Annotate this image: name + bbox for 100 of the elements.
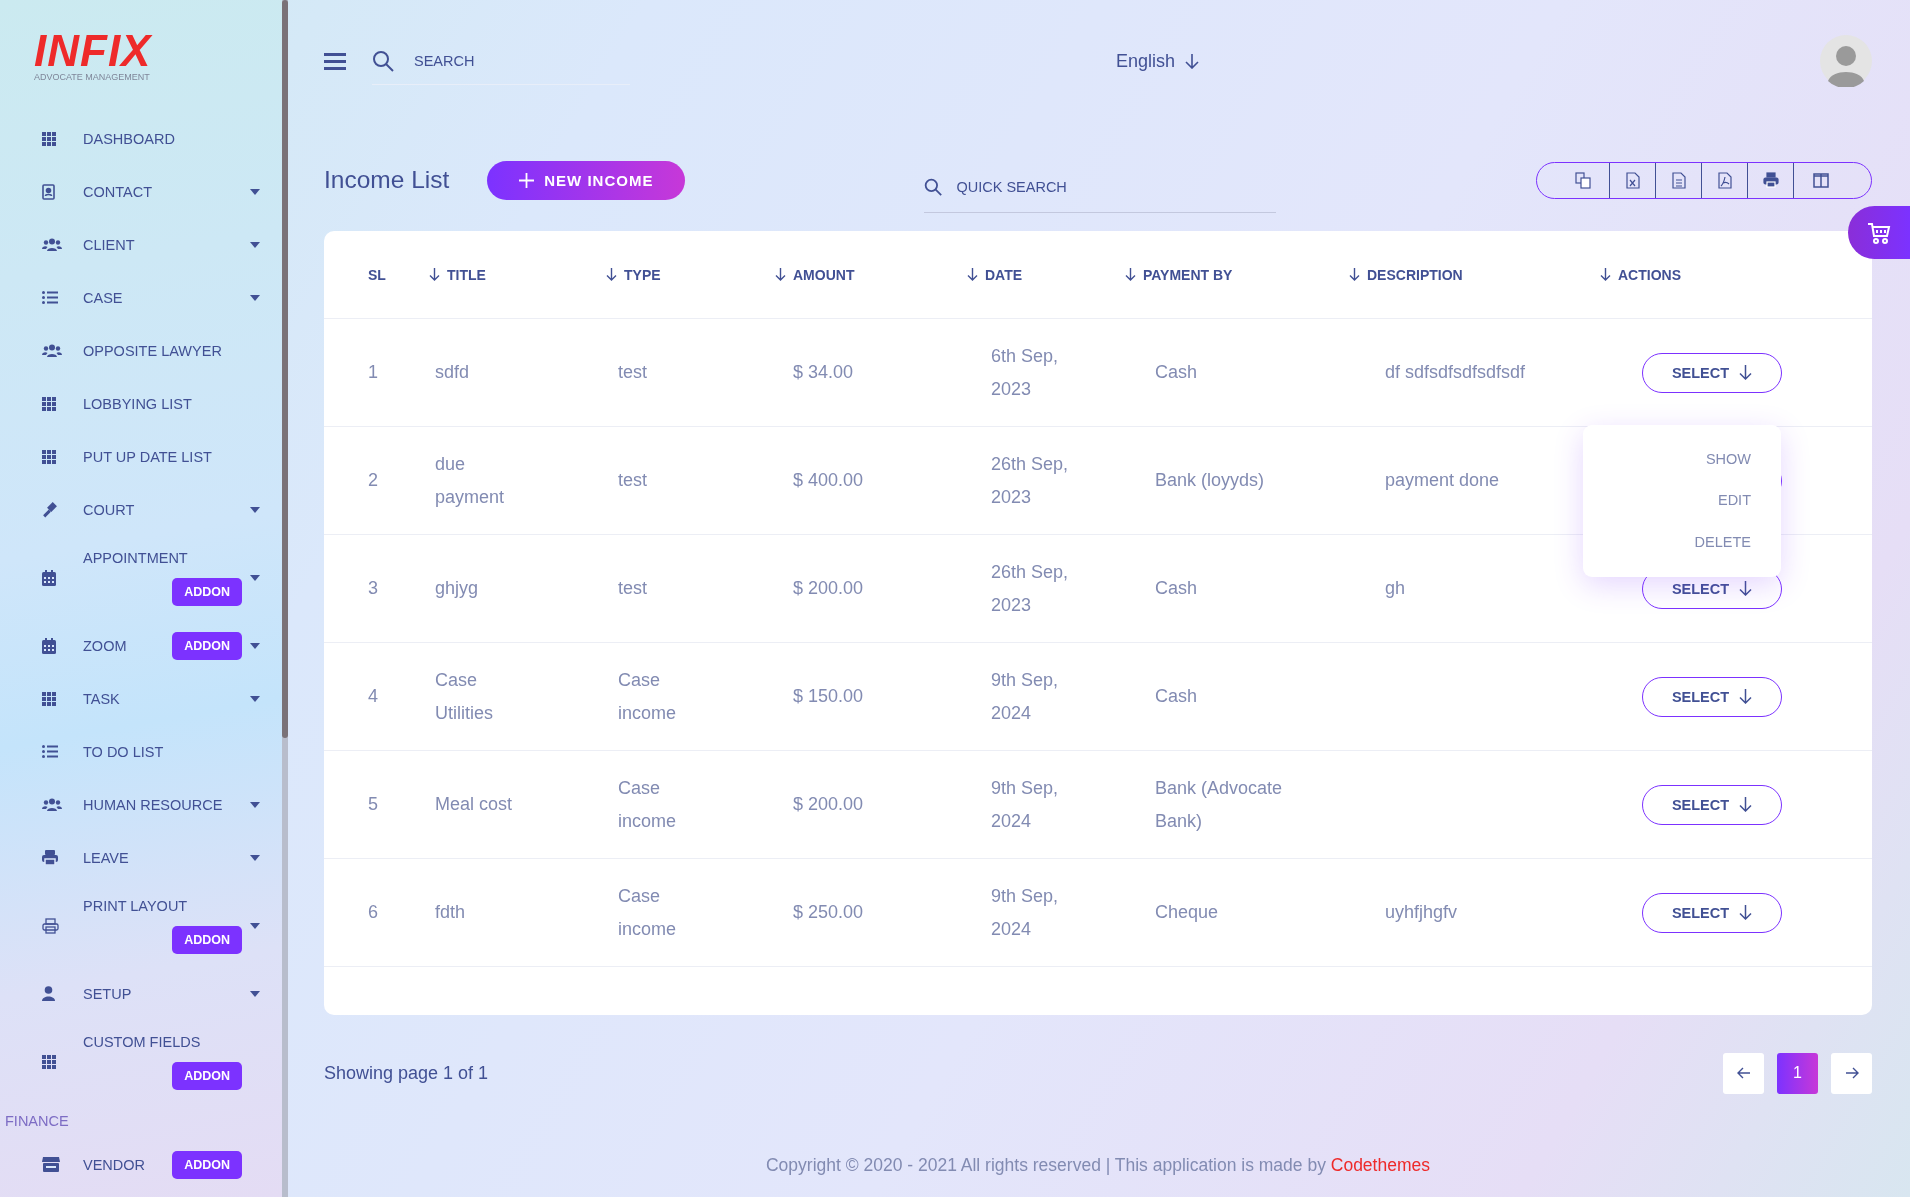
menu-item[interactable]: DELETE (1694, 533, 1751, 550)
select-button[interactable]: SELECT (1642, 352, 1782, 393)
arrow-down-icon[interactable] (967, 268, 978, 281)
sidebar-item[interactable]: COURT (83, 501, 135, 518)
sidebar-item[interactable]: HUMAN RESOURCE (83, 796, 223, 813)
table-cell-text: gh (1385, 577, 1406, 600)
grid-icon (42, 396, 56, 411)
sidebar-item[interactable]: ZOOM (83, 637, 127, 654)
logo-wordmark: INFIX (34, 30, 152, 72)
caret-icon[interactable] (250, 294, 260, 301)
sidebar-item[interactable]: LEAVE (83, 849, 129, 866)
caret-icon[interactable] (250, 922, 260, 929)
arrow-down-icon[interactable] (429, 268, 440, 281)
caret-icon[interactable] (250, 854, 260, 861)
select-button[interactable]: SELECT (1642, 784, 1782, 825)
column-header[interactable]: SL (368, 266, 386, 283)
section-heading: FINANCE (4, 1111, 70, 1131)
table-cell-text: 26th Sep, 2023 (991, 452, 1070, 509)
table-cell-text: $ 34.00 (793, 361, 854, 384)
quick-search-field[interactable]: QUICK SEARCH (954, 177, 1139, 196)
column-header[interactable]: ACTIONS (1618, 266, 1681, 283)
codethemes-link[interactable]: Codethemes (1330, 1155, 1430, 1175)
sidebar-item[interactable]: LOBBYING LIST (83, 395, 192, 412)
cart-button[interactable] (1848, 206, 1910, 259)
table-cell-text: Case income (618, 884, 678, 941)
copy-icon (1574, 171, 1591, 189)
column-header[interactable]: PAYMENT BY (1143, 266, 1233, 283)
grid-icon (42, 691, 56, 706)
calendar-icon (42, 569, 56, 586)
user-icon (42, 986, 55, 1001)
table-cell-text: 4 (368, 685, 378, 708)
language-select[interactable]: English (1116, 50, 1200, 72)
menu-item[interactable]: SHOW (1705, 451, 1751, 468)
caret-icon[interactable] (250, 990, 260, 997)
caret-icon[interactable] (250, 241, 260, 248)
table-cell-text: test (618, 469, 647, 492)
sidebar-item[interactable]: OPPOSITE LAWYER (83, 342, 222, 359)
sidebar-item[interactable]: CUSTOM FIELDS (83, 1033, 201, 1050)
table-cell-text: Cash (1155, 361, 1198, 384)
sidebar-item[interactable]: CASE (83, 289, 123, 306)
users-icon (42, 344, 62, 357)
sidebar-item[interactable]: SETUP (83, 985, 132, 1002)
sidebar-item[interactable]: APPOINTMENT (83, 549, 188, 566)
column-header[interactable]: TYPE (624, 266, 661, 283)
column-header[interactable]: DESCRIPTION (1367, 266, 1463, 283)
sidebar-item[interactable]: CLIENT (83, 236, 135, 253)
caret-icon[interactable] (250, 188, 260, 195)
cart-icon (1867, 221, 1891, 244)
caret-icon[interactable] (250, 574, 260, 581)
table-cell-text: $ 150.00 (793, 685, 864, 708)
grid-icon (42, 131, 56, 146)
search-field[interactable]: SEARCH (412, 51, 596, 70)
new-income-button[interactable]: NEW INCOME (487, 160, 686, 200)
column-header[interactable]: TITLE (447, 266, 486, 283)
scrollbar[interactable] (282, 0, 288, 1197)
search-icon (924, 177, 943, 196)
arrow-down-icon[interactable] (1349, 268, 1360, 281)
caret-icon[interactable] (250, 506, 260, 513)
sidebar-item[interactable]: VENDOR (83, 1156, 146, 1173)
table-cell-text: due payment (435, 452, 506, 509)
arrow-down-icon[interactable] (1125, 268, 1136, 281)
sidebar-item[interactable]: TASK (83, 690, 120, 707)
caret-icon[interactable] (250, 695, 260, 702)
table-cell-text: Cheque (1155, 901, 1219, 924)
table-cell-text: Case income (618, 668, 678, 725)
caret-icon[interactable] (250, 642, 260, 649)
table-cell-text: df sdfsdfsdfsdfsdf (1385, 361, 1526, 384)
column-header[interactable]: DATE (985, 266, 1023, 283)
table-cell-text: Case Utilities (435, 668, 494, 725)
page-button[interactable]: 1 (1777, 1052, 1818, 1094)
table-cell-text: test (618, 577, 647, 600)
sidebar-item[interactable]: DASHBOARD (83, 130, 175, 147)
users-icon (42, 238, 62, 251)
table-cell-text: Bank (Advocate Bank) (1155, 776, 1284, 833)
arrow-down-icon[interactable] (775, 268, 786, 281)
select-button[interactable]: SELECT (1642, 676, 1782, 717)
table-cell-text: 9th Sep, 2024 (991, 884, 1060, 941)
arrow-down-icon[interactable] (1600, 268, 1611, 281)
page-title: Income List (324, 166, 450, 194)
sidebar-item[interactable]: CONTACT (83, 183, 152, 200)
table-cell-text: 5 (368, 793, 378, 816)
caret-icon[interactable] (250, 801, 260, 808)
table-cell-text: 6 (368, 901, 378, 924)
table-cell-text: $ 200.00 (793, 577, 864, 600)
table-cell-text: 9th Sep, 2024 (991, 668, 1060, 725)
grid-icon (42, 1054, 56, 1069)
menu-icon[interactable] (324, 52, 346, 70)
addon-badge: ADDON (172, 631, 242, 660)
column-header[interactable]: AMOUNT (793, 266, 855, 283)
table-cell-text: payment done (1385, 469, 1500, 492)
gavel-icon (42, 501, 58, 518)
sidebar-item[interactable]: TO DO LIST (83, 743, 164, 760)
spreadsheet-file-icon (1624, 171, 1641, 189)
sidebar-item[interactable]: PRINT LAYOUT (83, 897, 188, 914)
pagination-summary: Showing page 1 of 1 (324, 1062, 489, 1084)
printer-icon (42, 917, 59, 934)
arrow-down-icon[interactable] (606, 268, 617, 281)
sidebar-item[interactable]: PUT UP DATE LIST (83, 448, 212, 465)
select-button[interactable]: SELECT (1642, 892, 1782, 933)
menu-item[interactable]: EDIT (1717, 492, 1751, 509)
